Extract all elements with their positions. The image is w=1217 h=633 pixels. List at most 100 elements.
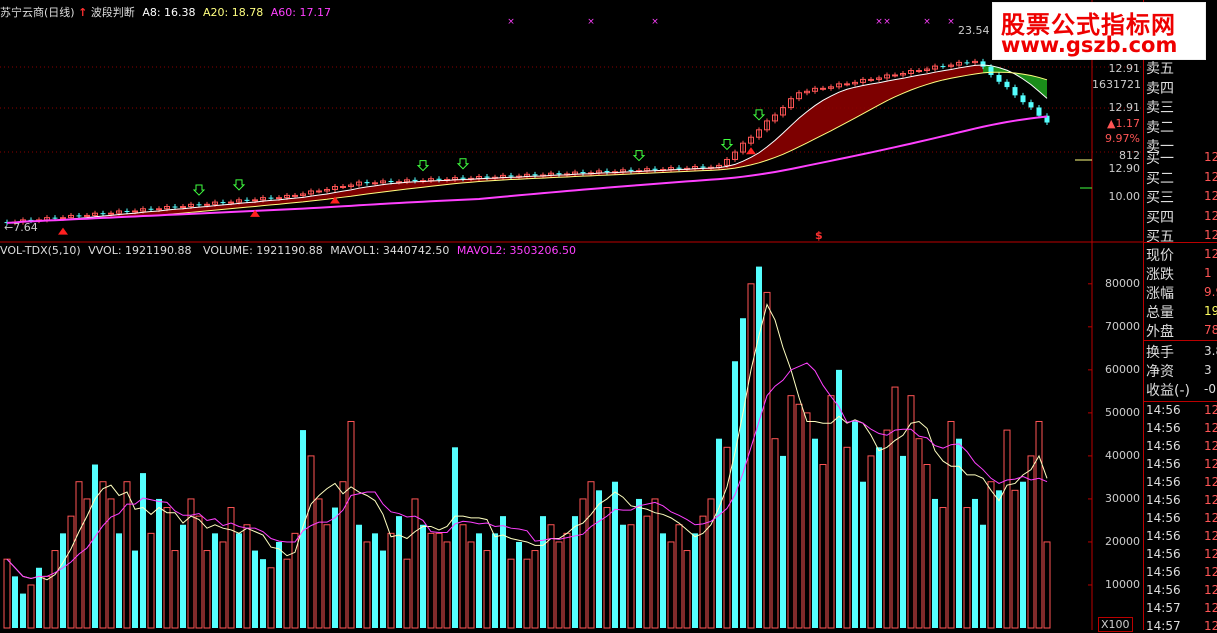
quote-stat-value: -0.: [1204, 382, 1217, 396]
volume-bar-down: [60, 533, 66, 628]
volume-bar-up: [643, 515, 651, 629]
quote-inline-value: 12.90: [1108, 162, 1141, 175]
volume-bar-down: [612, 481, 618, 628]
volume-bar-up: [43, 575, 51, 629]
volume-bar-up: [915, 438, 923, 629]
candle-down: [124, 210, 130, 212]
volume-bar-up: [531, 550, 539, 629]
volume-bar-up: [771, 438, 779, 629]
volume-axis-label: 50000: [1105, 405, 1140, 419]
candle-down: [604, 170, 610, 173]
tick-time: 14:57: [1146, 619, 1181, 633]
volume-bar-up: [51, 550, 59, 629]
buy-level-label: 买二: [1146, 170, 1174, 187]
tick-time: 14:56: [1146, 547, 1181, 561]
volume-bar-up: [563, 532, 571, 629]
quote-separator: [1144, 340, 1217, 341]
volume-bar-down: [660, 533, 666, 628]
volume-bar-down: [596, 490, 602, 628]
candle-up: [820, 87, 826, 90]
candle-down: [460, 177, 466, 179]
volume-bar-down: [380, 550, 386, 628]
price-axis-label: 12.91: [1108, 101, 1141, 114]
volume-bar-up: [307, 455, 315, 629]
buy-level-value: 12: [1204, 169, 1217, 184]
volume-bar-up: [443, 541, 451, 629]
kline-chart[interactable]: × × × × × × ×: [0, 0, 1143, 630]
high-price-label: 23.54: [958, 24, 990, 37]
candle-down: [484, 176, 490, 178]
volume-bar-down: [180, 524, 186, 628]
quote-stat-value: 3.8: [1204, 344, 1217, 358]
candle-down: [1004, 81, 1010, 88]
buy-level-label: 买五: [1146, 229, 1174, 245]
candle-up: [132, 210, 138, 213]
quote-stat-value: 12: [1204, 247, 1217, 261]
tick-time: 14:56: [1146, 493, 1181, 507]
candle-down: [652, 168, 658, 170]
candle-down: [996, 74, 1002, 82]
candle-down: [532, 174, 538, 176]
candle-up: [892, 74, 898, 77]
volume-bar-down: [396, 516, 402, 628]
quote-stat-value: 3: [1204, 363, 1212, 377]
volume-bar-down: [812, 438, 818, 628]
buy-level-label: 买三: [1146, 190, 1174, 206]
volume-bar-up: [763, 291, 771, 629]
volume-bar-up: [227, 507, 235, 629]
volume-bar-down: [980, 524, 986, 628]
candle-down: [388, 180, 394, 183]
volume-bar-up: [75, 481, 83, 629]
tick-price: 12: [1204, 493, 1217, 507]
volume-bar-up: [523, 558, 531, 629]
volume-bar-down: [996, 490, 1002, 628]
volume-bar-down: [356, 524, 362, 628]
volume-bar-up: [803, 412, 811, 629]
tick-price: 12: [1204, 547, 1217, 561]
mavol1-line: [6, 303, 1048, 581]
buy-level-label: 买四: [1146, 209, 1174, 226]
volume-bar-down: [212, 533, 218, 628]
sell-signal-arrow-icon: [752, 109, 766, 121]
volume-bar-down: [716, 438, 722, 628]
trend-band-red: [7, 64, 991, 223]
volume-bar-up: [683, 550, 691, 629]
volume-bar-down: [140, 473, 146, 628]
quote-separator: [1144, 242, 1217, 243]
volume-bar-up: [747, 283, 755, 629]
volume-bar-up: [347, 420, 355, 629]
candle-down: [1036, 107, 1042, 116]
quote-stat-label: 总量: [1146, 305, 1174, 321]
candle-up: [916, 70, 922, 73]
candle-down: [268, 197, 274, 199]
volume-bar-up: [99, 481, 107, 629]
volume-bar-down: [452, 447, 458, 628]
volume-bar-up: [723, 446, 731, 629]
candle-up: [316, 190, 322, 193]
candle-down: [52, 217, 58, 219]
volume-bar-down: [756, 266, 762, 628]
tick-price: 12: [1204, 475, 1217, 489]
candle-up: [228, 201, 234, 204]
quote-stat-value: 1: [1204, 266, 1212, 280]
volume-bar-up: [411, 498, 419, 629]
sell-signal-arrow-icon: [632, 150, 646, 162]
volume-axis-label: 80000: [1105, 276, 1140, 290]
volume-bar-up: [427, 532, 435, 629]
volume-bar-down: [972, 498, 978, 628]
volume-bar-down: [932, 498, 938, 628]
quote-panel: 卖五 卖四 卖三 卖二 卖一 买一 12 买二 12 买三 12 买四 12 买五 12 现价 12 涨跌 1 涨幅 9…: [1143, 0, 1217, 633]
volume-axis-label: 10000: [1105, 577, 1140, 591]
volume-bar-up: [363, 541, 371, 629]
sell-signal-arrow-icon: [456, 158, 470, 170]
volume-bar-up: [507, 558, 515, 629]
quote-stat-label: 外盘: [1146, 324, 1174, 340]
buy-level-label: 买一: [1146, 151, 1174, 167]
buy-level-value: 12: [1204, 228, 1217, 242]
volume-axis-label: 20000: [1105, 534, 1140, 548]
volume-bar-up: [987, 481, 995, 629]
tick-price: 12: [1204, 565, 1217, 579]
volume-bar-up: [195, 515, 203, 629]
volume-bar-up: [403, 558, 411, 629]
quote-stat-label: 换手: [1146, 345, 1174, 361]
